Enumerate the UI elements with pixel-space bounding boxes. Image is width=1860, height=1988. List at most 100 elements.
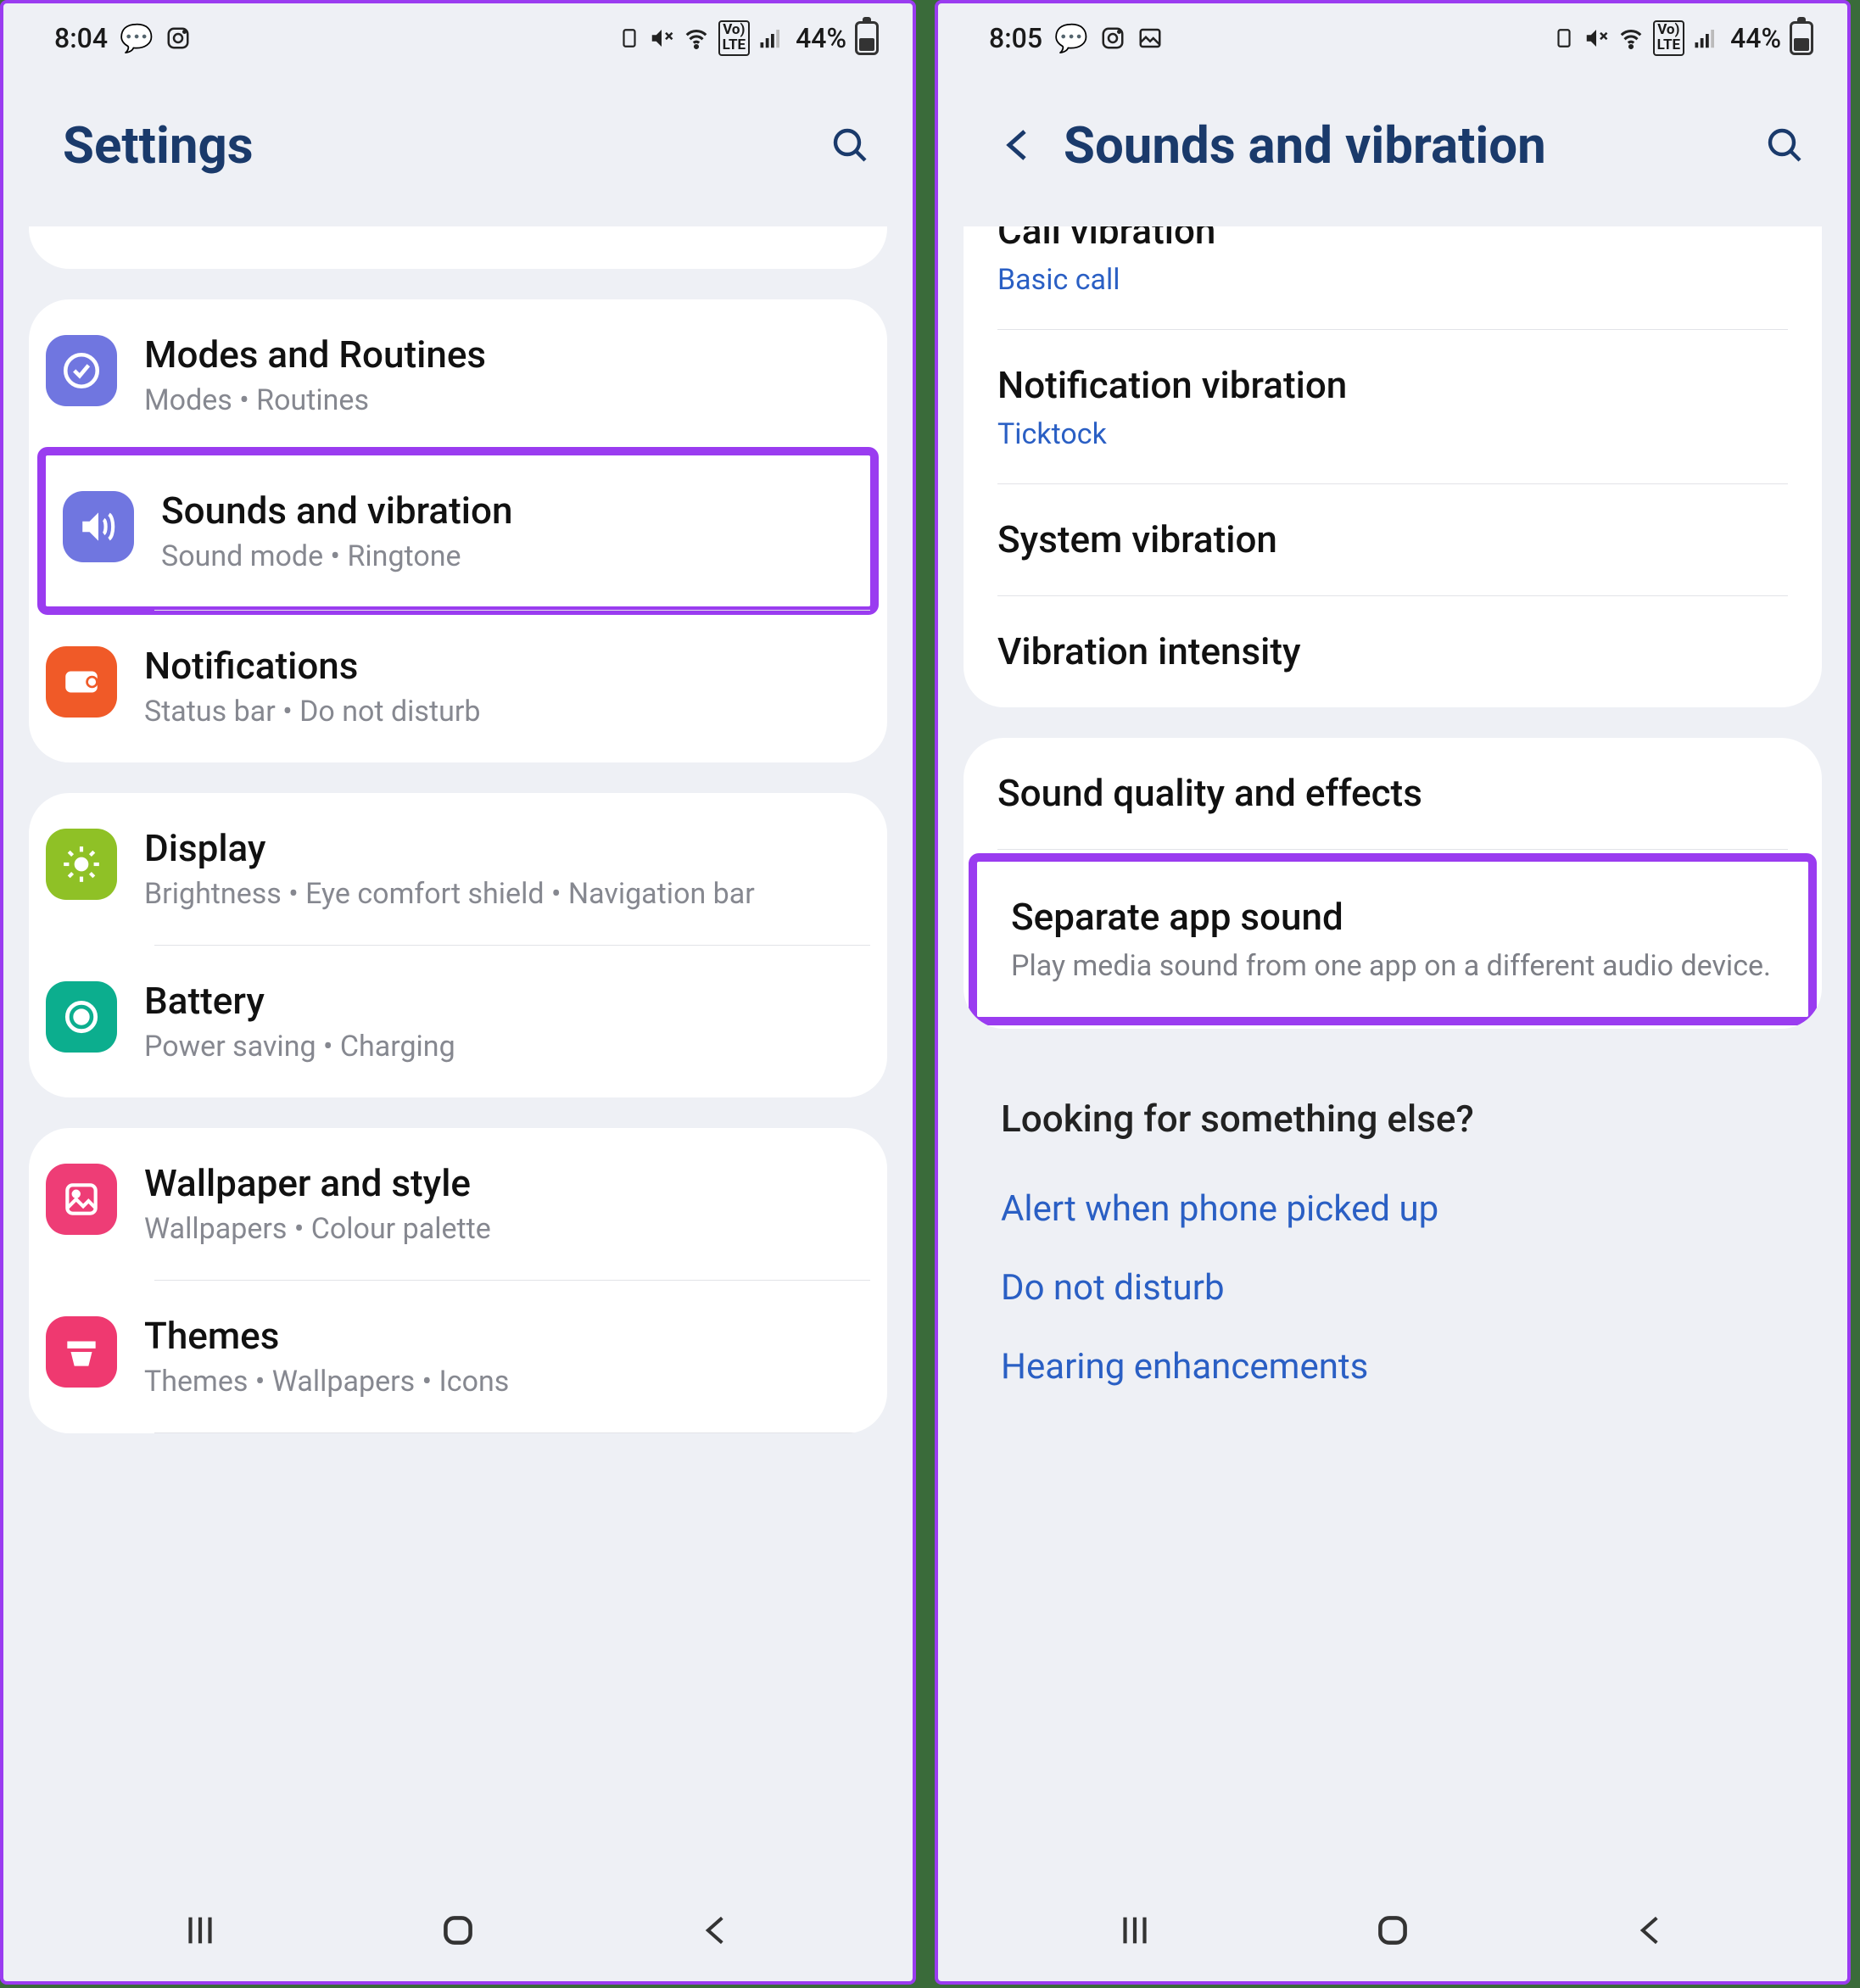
row-title: Display [144,825,863,872]
modes-routines-icon [46,335,117,406]
row-system-vibration[interactable]: System vibration [964,484,1822,595]
volte-icon: Vo)LTE [718,20,750,56]
vibration-group: Call vibration Basic call Notification v… [964,226,1822,707]
instagram-icon [1100,25,1125,51]
divider [997,849,1788,850]
display-icon [46,829,117,900]
row-title: Call vibration [997,226,1788,254]
nav-bar [938,1879,1847,1981]
divider [154,1432,870,1433]
instagram-icon [165,25,191,51]
row-sub: Brightness • Eye comfort shield • Naviga… [144,875,863,914]
phone-left: 8:04 💬 Vo)LTE 44% Settings [0,0,916,1985]
row-sub: Status bar • Do not disturb [144,693,863,732]
nav-home[interactable] [433,1905,483,1956]
signal-icon [758,25,784,51]
sound-quality-group: Sound quality and effects Separate app s… [964,738,1822,1029]
mute-icon [1584,25,1609,51]
battery-pct: 44% [796,22,846,54]
battery-icon [855,21,879,55]
row-call-vibration[interactable]: Call vibration Basic call [964,226,1822,329]
row-title: Separate app sound [1011,894,1774,941]
settings-group-1: Modes and Routines Modes • Routines Soun… [29,299,887,763]
wifi-icon [1617,25,1645,51]
settings-list[interactable]: Modes and Routines Modes • Routines Soun… [3,226,913,1879]
mute-icon [649,25,674,51]
row-sub: Wallpapers • Colour palette [144,1210,863,1249]
status-time: 8:04 [54,22,108,54]
row-title: Wallpaper and style [144,1160,863,1207]
row-title: System vibration [997,517,1788,563]
card-partial [29,226,887,269]
row-title: Battery [144,978,863,1025]
row-title: Sounds and vibration [161,488,846,534]
link-dnd[interactable]: Do not disturb [1001,1248,1785,1327]
row-notifications[interactable]: Notifications Status bar • Do not distur… [29,611,887,762]
search-icon[interactable] [1764,125,1805,165]
themes-icon [46,1316,117,1388]
row-wallpaper[interactable]: Wallpaper and style Wallpapers • Colour … [29,1128,887,1280]
row-notification-vibration[interactable]: Notification vibration Ticktock [964,330,1822,483]
sounds-list[interactable]: Call vibration Basic call Notification v… [938,226,1847,1879]
status-time: 8:05 [989,22,1042,54]
phone-right: 8:05 💬 Vo)LTE 44% Sounds and vibration [935,0,1851,1985]
chat-icon: 💬 [120,22,154,54]
row-title: Notifications [144,643,863,690]
row-display[interactable]: Display Brightness • Eye comfort shield … [29,793,887,945]
wifi-icon [683,25,710,51]
nav-back[interactable] [1625,1905,1676,1956]
page-title: Sounds and vibration [1064,115,1546,176]
link-hearing[interactable]: Hearing enhancements [1001,1327,1785,1406]
settings-group-2: Display Brightness • Eye comfort shield … [29,793,887,1097]
row-sub: Power saving • Charging [144,1028,863,1067]
battery-icon [1790,21,1813,55]
settings-group-3: Wallpaper and style Wallpapers • Colour … [29,1128,887,1433]
row-title: Modes and Routines [144,332,863,378]
row-battery[interactable]: Battery Power saving • Charging [29,946,887,1097]
row-sub: Themes • Wallpapers • Icons [144,1363,863,1402]
row-title: Notification vibration [997,362,1788,409]
row-title: Themes [144,1313,863,1360]
back-icon[interactable] [997,125,1038,165]
row-title: Vibration intensity [997,628,1788,675]
signal-icon [1693,25,1718,51]
nav-bar [3,1879,913,1981]
row-vibration-intensity[interactable]: Vibration intensity [964,596,1822,707]
volte-icon: Vo)LTE [1653,20,1684,56]
row-title: Sound quality and effects [997,770,1788,817]
row-sounds-vibration[interactable]: Sounds and vibration Sound mode • Ringto… [46,455,870,607]
page-header: Settings [3,64,913,226]
row-link: Ticktock [997,417,1788,451]
nav-recent[interactable] [1109,1905,1160,1956]
looking-title: Looking for something else? [1001,1097,1785,1141]
link-alert-pickup[interactable]: Alert when phone picked up [1001,1170,1785,1248]
row-sub: Modes • Routines [144,382,863,421]
sound-icon [63,491,134,562]
row-separate-app-sound[interactable]: Separate app sound Play media sound from… [977,862,1808,1017]
page-title: Settings [63,115,254,176]
nav-home[interactable] [1367,1905,1418,1956]
row-link: Basic call [997,263,1788,297]
status-bar: 8:05 💬 Vo)LTE 44% [938,3,1847,64]
row-desc: Play media sound from one app on a diffe… [1011,947,1774,985]
card-icon [618,25,640,51]
chat-icon: 💬 [1054,22,1088,54]
battery-settings-icon [46,981,117,1053]
card-icon [1553,25,1575,51]
search-icon[interactable] [829,125,870,165]
looking-section: Looking for something else? Alert when p… [964,1059,1822,1449]
highlight-separate-app-sound: Separate app sound Play media sound from… [969,853,1817,1025]
row-modes-routines[interactable]: Modes and Routines Modes • Routines [29,299,887,451]
row-sound-quality[interactable]: Sound quality and effects [964,738,1822,849]
highlight-sounds: Sounds and vibration Sound mode • Ringto… [37,447,879,616]
wallpaper-icon [46,1164,117,1235]
nav-back[interactable] [690,1905,741,1956]
row-themes[interactable]: Themes Themes • Wallpapers • Icons [29,1281,887,1432]
status-bar: 8:04 💬 Vo)LTE 44% [3,3,913,64]
row-sub: Sound mode • Ringtone [161,538,846,577]
notifications-icon [46,646,117,718]
nav-recent[interactable] [175,1905,226,1956]
image-icon [1137,25,1163,51]
page-header: Sounds and vibration [938,64,1847,226]
battery-pct: 44% [1730,22,1781,54]
